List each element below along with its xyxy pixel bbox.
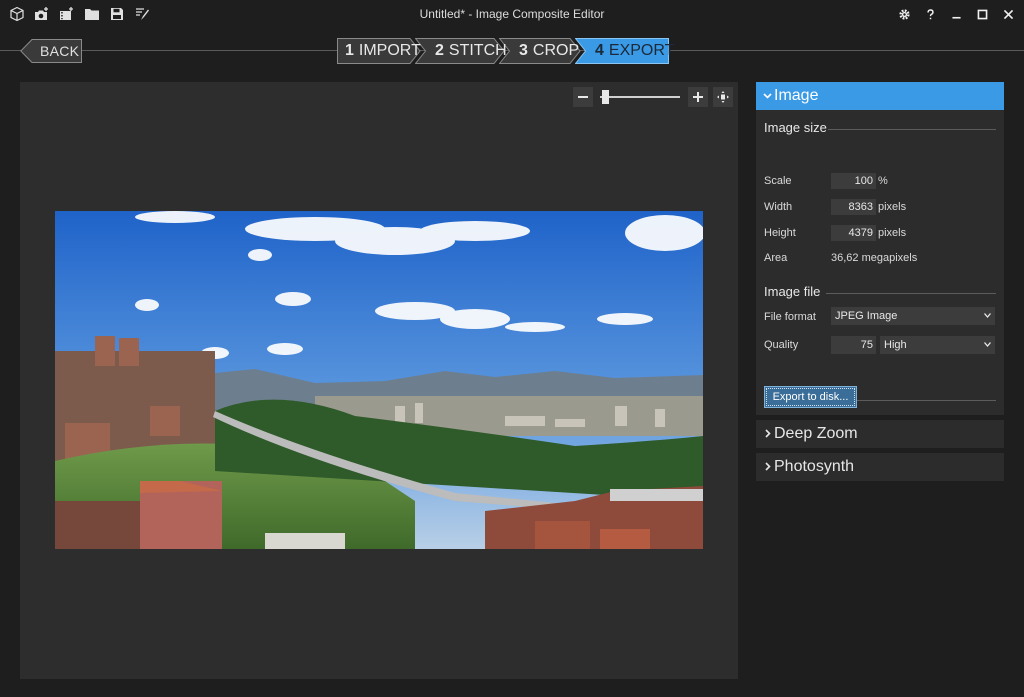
zoom-out-button[interactable] <box>573 87 593 107</box>
zoom-out-icon <box>578 96 588 98</box>
divider <box>826 293 996 294</box>
file-format-select[interactable]: JPEG Image <box>831 307 995 325</box>
chevron-down-icon <box>984 342 991 347</box>
image-section-title: Image <box>774 87 819 104</box>
divider <box>828 129 996 130</box>
step-number: 3 <box>519 42 528 59</box>
workflow-steps: 1 IMPORT 2 STITCH 3 CROP 4 EXPORT <box>337 38 674 64</box>
quality-input[interactable]: 75 <box>831 336 876 354</box>
step-label: STITCH <box>448 42 507 59</box>
minimize-icon[interactable] <box>946 4 966 24</box>
fit-to-window-button[interactable] <box>713 87 733 107</box>
export-to-disk-button[interactable]: Export to disk... <box>764 386 857 408</box>
zoom-controls <box>573 87 735 107</box>
step-label: EXPORT <box>608 42 675 59</box>
fit-to-window-icon <box>717 91 729 103</box>
image-size-title: Image size <box>764 120 827 135</box>
height-input[interactable]: 4379 <box>831 225 876 241</box>
maximize-icon[interactable] <box>972 4 992 24</box>
step-label: CROP <box>532 42 580 59</box>
width-unit: pixels <box>878 201 907 213</box>
width-label: Width <box>764 201 793 213</box>
step-number: 1 <box>345 42 354 59</box>
preview-canvas[interactable] <box>20 82 738 679</box>
step-label: IMPORT <box>358 42 421 59</box>
height-label: Height <box>764 227 796 239</box>
chevron-right-icon <box>765 462 771 471</box>
file-format-label: File format <box>764 311 816 323</box>
step-crop[interactable]: 3 CROP <box>499 38 581 64</box>
step-export[interactable]: 4 EXPORT <box>575 38 674 64</box>
chevron-down-icon <box>984 313 991 318</box>
chevron-right-icon <box>765 429 771 438</box>
back-button[interactable]: BACK <box>20 39 82 63</box>
workflow-bar: BACK 1 IMPORT 2 STITCH 3 CROP 4 EXPORT <box>0 30 1024 76</box>
chevron-down-icon <box>763 93 772 99</box>
area-label: Area <box>764 252 788 264</box>
scale-unit: % <box>878 175 888 187</box>
image-section-body: Image size Scale 100 % Width 8363 pixels… <box>756 110 1004 415</box>
help-icon[interactable] <box>920 4 940 24</box>
back-button-label: BACK <box>40 43 80 59</box>
deep-zoom-section-header[interactable]: Deep Zoom <box>756 420 1004 448</box>
step-stitch[interactable]: 2 STITCH <box>415 38 507 64</box>
photosynth-section-title: Photosynth <box>774 458 855 475</box>
window-controls <box>894 4 1018 24</box>
photosynth-section-header[interactable]: Photosynth <box>756 453 1004 481</box>
height-unit: pixels <box>878 227 907 239</box>
image-file-title: Image file <box>764 284 821 299</box>
quality-label: Quality <box>764 339 799 351</box>
export-panel: Image Image size Scale 100 % Width 8363 … <box>756 82 1004 481</box>
window-title: Untitled* - Image Composite Editor <box>419 7 605 21</box>
zoom-in-button[interactable] <box>688 87 708 107</box>
quality-preset-value: High <box>884 339 907 351</box>
close-icon[interactable] <box>998 4 1018 24</box>
title-bar: Untitled* - Image Composite Editor <box>0 0 1024 30</box>
area-value: 36,62 megapixels <box>831 252 918 264</box>
deep-zoom-section-title: Deep Zoom <box>774 425 858 442</box>
zoom-slider-track[interactable] <box>600 96 680 98</box>
width-input[interactable]: 8363 <box>831 199 876 215</box>
quality-preset-select[interactable]: High <box>880 336 995 354</box>
image-section-header[interactable]: Image <box>756 82 1004 110</box>
settings-icon[interactable] <box>894 4 914 24</box>
zoom-slider-thumb[interactable] <box>602 90 609 104</box>
scale-label: Scale <box>764 175 792 187</box>
file-format-value: JPEG Image <box>835 310 898 322</box>
step-number: 4 <box>595 42 604 59</box>
panorama-preview <box>55 211 703 549</box>
zoom-in-icon <box>693 92 703 102</box>
step-import[interactable]: 1 IMPORT <box>337 38 421 64</box>
scale-input[interactable]: 100 <box>831 173 876 189</box>
step-number: 2 <box>435 42 444 59</box>
